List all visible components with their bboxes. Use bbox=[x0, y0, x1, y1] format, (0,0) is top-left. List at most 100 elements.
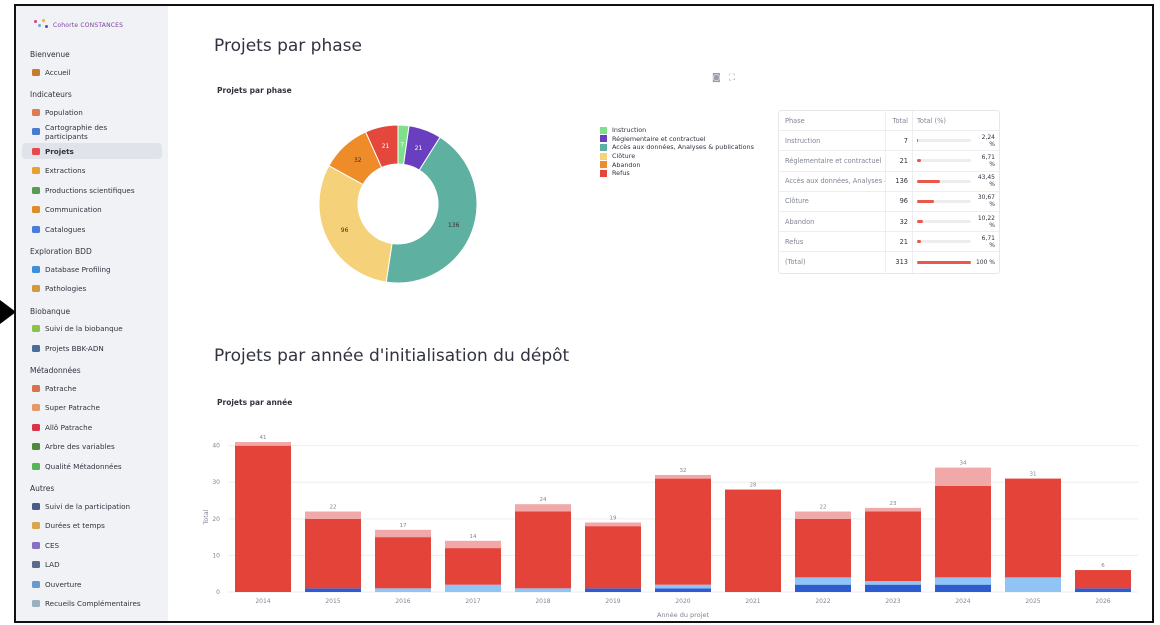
sidebar-item-label: Database Profiling bbox=[45, 264, 111, 274]
legend-item[interactable]: Réglementaire et contractuel bbox=[600, 135, 754, 144]
cell-total: 136 bbox=[886, 171, 913, 191]
y-tick-label: 30 bbox=[212, 479, 220, 486]
bar-segment bbox=[375, 588, 431, 592]
sidebar-item-arbre-des-variables[interactable]: Arbre des variables bbox=[22, 439, 162, 455]
bar-segment bbox=[725, 489, 781, 592]
bar-total-label: 17 bbox=[400, 523, 407, 529]
pct-bar bbox=[917, 139, 971, 143]
header-total[interactable]: Total bbox=[886, 111, 913, 131]
sidebar-item-patrache[interactable]: Patrache bbox=[22, 380, 162, 396]
pct-bar-fill bbox=[917, 179, 941, 183]
bar-segment bbox=[935, 577, 991, 585]
cell-phase: Refus bbox=[779, 232, 886, 252]
sidebar-item-lad[interactable]: LAD bbox=[22, 557, 162, 573]
flask-icon bbox=[32, 600, 40, 607]
cell-total: 21 bbox=[886, 151, 913, 171]
sidebar-item-qualit-m-tadonn-es[interactable]: Qualité Métadonnées bbox=[22, 458, 162, 474]
main-content: Projets par phase Projets par phase ◙ ⛶ … bbox=[168, 6, 1152, 621]
sidebar-item-productions-scientifiques[interactable]: Productions scientifiques bbox=[22, 182, 162, 198]
sidebar-item-label: Arbre des variables bbox=[45, 442, 115, 451]
x-tick-label: 2014 bbox=[255, 598, 270, 605]
legend-item[interactable]: Accès aux données, Analyses & publicatio… bbox=[600, 143, 754, 152]
fullscreen-icon[interactable]: ⛶ bbox=[729, 73, 735, 83]
sidebar-item-communication[interactable]: Communication bbox=[22, 202, 162, 218]
sidebar-item-label: Population bbox=[45, 107, 83, 117]
legend-swatch bbox=[600, 135, 607, 143]
sidebar-item-ouverture[interactable]: Ouverture bbox=[22, 576, 162, 592]
sidebar-item-extractions[interactable]: Extractions bbox=[22, 163, 162, 179]
bar-total-label: 41 bbox=[260, 435, 267, 441]
y-tick-label: 20 bbox=[212, 516, 220, 523]
page-title-phase: Projets par phase bbox=[214, 36, 362, 56]
sidebar-item-label: Suivi de la biobanque bbox=[45, 324, 123, 333]
sidebar-item-ces[interactable]: CES bbox=[22, 537, 162, 553]
dog2-icon bbox=[32, 404, 40, 411]
sidebar-item-accueil[interactable]: Accueil bbox=[22, 64, 162, 80]
sidebar-item-dur-es-et-temps[interactable]: Durées et temps bbox=[22, 518, 162, 534]
bar-total-label: 24 bbox=[540, 497, 547, 503]
sidebar-item-suivi-de-la-participation[interactable]: Suivi de la participation bbox=[22, 498, 162, 514]
cell-total: 32 bbox=[886, 211, 913, 232]
bar-segment bbox=[515, 511, 571, 589]
sidebar-item-cartographie-des-participants[interactable]: Cartographie des participants bbox=[22, 123, 162, 141]
folder-icon bbox=[32, 580, 40, 588]
cell-phase: Abandon bbox=[779, 211, 886, 232]
app-window: Cohorte CONSTANCES Bienvenue Accueil Indic… bbox=[14, 4, 1154, 623]
phone-icon bbox=[32, 423, 40, 431]
bar-total-label: 22 bbox=[820, 505, 827, 511]
truck-icon bbox=[32, 167, 40, 174]
bar-segment bbox=[445, 540, 501, 549]
header-phase[interactable]: Phase bbox=[779, 111, 886, 131]
pie-slice[interactable] bbox=[318, 164, 393, 283]
bar-segment bbox=[585, 526, 641, 589]
camera-icon[interactable]: ◙ bbox=[712, 73, 721, 83]
sidebar-item-catalogues[interactable]: Catalogues bbox=[22, 221, 162, 237]
bar-total-label: 28 bbox=[750, 483, 757, 489]
sidebar-item-suivi-de-la-biobanque[interactable]: Suivi de la biobanque bbox=[22, 321, 162, 337]
sidebar-item-super-patrache[interactable]: Super Patrache bbox=[22, 400, 162, 416]
sidebar-item-database-profiling[interactable]: Database Profiling bbox=[22, 261, 162, 277]
sidebar-section-title: Autres bbox=[30, 484, 55, 493]
cell-phase: Réglementaire et contractuel bbox=[779, 151, 886, 171]
sidebar-item-recueils-compl-mentaires[interactable]: Recueils Complémentaires bbox=[22, 596, 162, 612]
bar-segment bbox=[865, 581, 921, 585]
x-axis-label: Année du projet bbox=[657, 611, 709, 619]
x-tick-label: 2020 bbox=[675, 598, 690, 605]
bar-segment bbox=[655, 478, 711, 585]
bar-segment bbox=[1075, 588, 1131, 592]
sidebar-section-title: Bienvenue bbox=[30, 50, 70, 59]
cube-icon bbox=[32, 265, 40, 273]
pct-bar-fill bbox=[917, 139, 919, 143]
sidebar-item-projets-bbk-adn[interactable]: Projets BBK-ADN bbox=[22, 340, 162, 356]
pie-slice-label: 21 bbox=[382, 143, 390, 150]
megaphone-icon bbox=[32, 206, 40, 213]
legend-swatch bbox=[600, 161, 607, 169]
legend-item[interactable]: Clôture bbox=[600, 152, 754, 161]
cell-total: 313 bbox=[886, 252, 913, 273]
bar-segment bbox=[865, 511, 921, 582]
table-row: (Total) 313 100 % bbox=[779, 252, 999, 273]
bar-segment bbox=[235, 445, 291, 592]
check-icon bbox=[32, 462, 40, 470]
pct-bar bbox=[917, 220, 971, 224]
pct-bar bbox=[917, 199, 971, 203]
sidebar-item-projets[interactable]: Projets bbox=[22, 143, 162, 159]
bar-total-label: 31 bbox=[1030, 472, 1037, 478]
legend-item[interactable]: Abandon bbox=[600, 160, 754, 169]
x-tick-label: 2019 bbox=[605, 598, 620, 605]
sidebar-item-all-patrache[interactable]: Allô Patrache bbox=[22, 419, 162, 435]
legend-item[interactable]: Refus bbox=[600, 169, 754, 178]
sidebar-item-population[interactable]: Population bbox=[22, 104, 162, 120]
bar-segment bbox=[445, 584, 501, 592]
house-icon bbox=[32, 68, 40, 76]
table-row: Abandon 32 10,22 % bbox=[779, 211, 999, 233]
sidebar-item-label: CES bbox=[45, 540, 60, 550]
pct-value: 6,71 % bbox=[981, 153, 995, 168]
sidebar-item-label: Durées et temps bbox=[45, 521, 105, 530]
pct-bar bbox=[917, 260, 971, 264]
legend-item[interactable]: Instruction bbox=[600, 126, 754, 135]
header-total-pct[interactable]: Total (%) bbox=[913, 111, 999, 130]
legend-label: Accès aux données, Analyses & publicatio… bbox=[612, 143, 754, 152]
sidebar-item-pathologies[interactable]: Pathologies bbox=[22, 281, 162, 297]
bar-segment bbox=[795, 584, 851, 592]
